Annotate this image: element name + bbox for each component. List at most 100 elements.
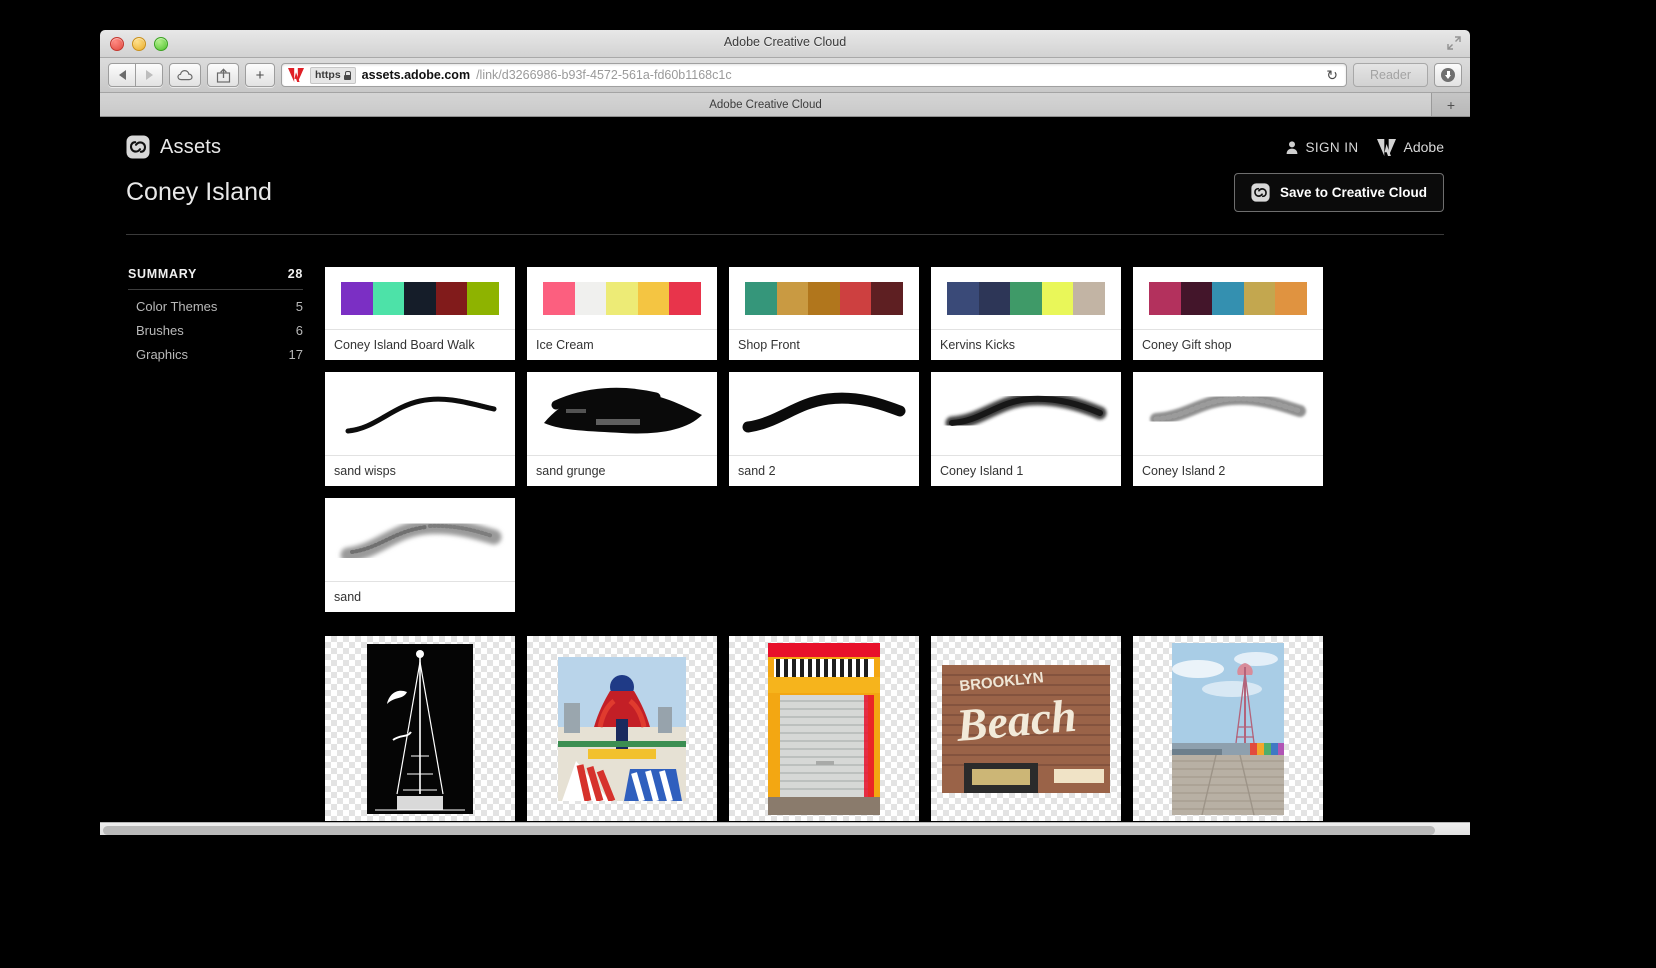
- asset-card-color-theme[interactable]: Coney Island Board Walk: [325, 267, 515, 360]
- asset-card-brush[interactable]: sand: [325, 498, 515, 612]
- asset-card-color-theme[interactable]: Ice Cream: [527, 267, 717, 360]
- sidebar-item-count: 6: [295, 323, 303, 338]
- icloud-tabs-button[interactable]: [169, 63, 201, 87]
- swatch: [1010, 281, 1042, 315]
- swatch: [1149, 281, 1181, 315]
- graphic-thumbnail: [729, 636, 919, 821]
- asset-card-brush[interactable]: sand 2: [729, 372, 919, 486]
- swatch: [574, 281, 607, 315]
- browser-toolbar: + https assets.adobe.com /link/d3266986-…: [100, 58, 1470, 93]
- swatch: [467, 281, 499, 315]
- save-to-creative-cloud-button[interactable]: Save to Creative Cloud: [1233, 173, 1444, 212]
- adobe-logo-icon: [1376, 138, 1396, 156]
- swatch: [1275, 281, 1307, 315]
- adobe-brand[interactable]: Adobe: [1376, 138, 1444, 156]
- brush-stroke-icon: [1150, 392, 1306, 425]
- parachute-jump-sketch-icon: [367, 643, 473, 814]
- sidebar-item-graphics[interactable]: Graphics 17: [128, 338, 303, 362]
- graphic-thumbnail: [325, 636, 515, 821]
- add-tab-button[interactable]: +: [1432, 93, 1470, 116]
- swatch: [1180, 281, 1213, 315]
- lock-icon: [343, 70, 352, 80]
- adobe-label: Adobe: [1403, 139, 1444, 155]
- boardwalk-parachute-jump-photo-icon: [1172, 642, 1284, 815]
- swatch: [1041, 281, 1074, 315]
- swatch: [1073, 281, 1105, 315]
- sign-in-button[interactable]: SIGN IN: [1286, 140, 1358, 155]
- asset-label: Shop Front: [729, 329, 919, 360]
- asset-card-graphic[interactable]: [325, 636, 515, 821]
- asset-card-graphic[interactable]: [1133, 636, 1323, 821]
- asset-card-graphic[interactable]: BROOKLYN Beach: [931, 636, 1121, 821]
- page-content: Assets SIGN IN Adobe Coney Island Save t…: [100, 117, 1470, 835]
- asset-card-graphic[interactable]: [527, 636, 717, 821]
- brush-thumbnail: [527, 372, 717, 455]
- sidebar-item-color-themes[interactable]: Color Themes 5: [128, 290, 303, 314]
- fullscreen-icon[interactable]: [1447, 36, 1461, 50]
- reload-icon[interactable]: ↻: [1326, 67, 1340, 84]
- asset-grid: Coney Island Board Walk Ice Cream Shop F…: [303, 267, 1444, 821]
- adobe-favicon-icon: [288, 68, 304, 82]
- nav-buttons[interactable]: [108, 63, 163, 87]
- color-theme-thumbnail: [1133, 267, 1323, 329]
- color-theme-thumbnail: [527, 267, 717, 329]
- swatch-strip: [947, 281, 1105, 315]
- new-tab-button[interactable]: +: [245, 63, 275, 87]
- sidebar-item-count: 17: [288, 347, 303, 362]
- swatch: [341, 281, 373, 315]
- swatch: [606, 281, 638, 315]
- asset-label: Ice Cream: [527, 329, 717, 360]
- swatch-strip: [1149, 281, 1307, 315]
- brooklyn-beach-sign-photo-icon: BROOKLYN Beach: [942, 664, 1110, 793]
- asset-card-color-theme[interactable]: Coney Gift shop: [1133, 267, 1323, 360]
- amusement-ride-photo-icon: [558, 656, 686, 801]
- transparency-checker: [1133, 636, 1323, 821]
- swatch-strip: [341, 281, 499, 315]
- asset-label: sand: [325, 581, 515, 612]
- reader-button[interactable]: Reader: [1353, 63, 1428, 87]
- brush-thumbnail: [325, 372, 515, 455]
- tab-adobe-creative-cloud[interactable]: Adobe Creative Cloud: [100, 93, 1432, 116]
- asset-card-brush[interactable]: sand grunge: [527, 372, 717, 486]
- forward-button[interactable]: [136, 63, 163, 87]
- transparency-checker: [729, 636, 919, 821]
- url-host: assets.adobe.com: [361, 68, 471, 82]
- brush-thumbnail: [931, 372, 1121, 455]
- scrollbar-thumb[interactable]: [103, 826, 1435, 835]
- site-brand[interactable]: Assets: [160, 136, 221, 159]
- swatch: [871, 281, 903, 315]
- cloud-icon: [176, 69, 193, 81]
- brush-stroke-icon: [345, 396, 497, 433]
- swatch: [543, 281, 575, 315]
- asset-card-color-theme[interactable]: Kervins Kicks: [931, 267, 1121, 360]
- shop-front-shutter-photo-icon: [768, 642, 880, 815]
- transparency-checker: BROOKLYN Beach: [931, 636, 1121, 821]
- collection-header: Coney Island Save to Creative Cloud: [100, 159, 1470, 212]
- horizontal-scrollbar[interactable]: [100, 822, 1470, 835]
- asset-card-brush[interactable]: Coney Island 1: [931, 372, 1121, 486]
- body: SUMMARY 28 Color Themes 5 Brushes 6 Grap…: [100, 235, 1470, 821]
- share-icon: [216, 67, 230, 83]
- summary-row[interactable]: SUMMARY 28: [128, 267, 303, 290]
- summary-sidebar: SUMMARY 28 Color Themes 5 Brushes 6 Grap…: [126, 267, 303, 821]
- asset-card-brush[interactable]: Coney Island 2: [1133, 372, 1323, 486]
- asset-card-brush[interactable]: sand wisps: [325, 372, 515, 486]
- swatch: [978, 281, 1011, 315]
- share-button[interactable]: [207, 63, 239, 87]
- transparency-checker: [527, 636, 717, 821]
- address-bar[interactable]: https assets.adobe.com /link/d3266986-b9…: [281, 63, 1347, 87]
- asset-label: sand grunge: [527, 455, 717, 486]
- swatch: [1212, 281, 1244, 315]
- sidebar-item-brushes[interactable]: Brushes 6: [128, 314, 303, 338]
- asset-label: sand wisps: [325, 455, 515, 486]
- brush-stroke-icon: [742, 392, 906, 432]
- back-button[interactable]: [108, 63, 136, 87]
- person-icon: [1287, 140, 1298, 154]
- downloads-button[interactable]: [1434, 63, 1462, 87]
- color-theme-thumbnail: [729, 267, 919, 329]
- creative-cloud-icon: [1251, 183, 1270, 202]
- asset-card-graphic[interactable]: [729, 636, 919, 821]
- asset-label: Coney Gift shop: [1133, 329, 1323, 360]
- asset-card-color-theme[interactable]: Shop Front: [729, 267, 919, 360]
- page-title: Coney Island: [126, 178, 272, 206]
